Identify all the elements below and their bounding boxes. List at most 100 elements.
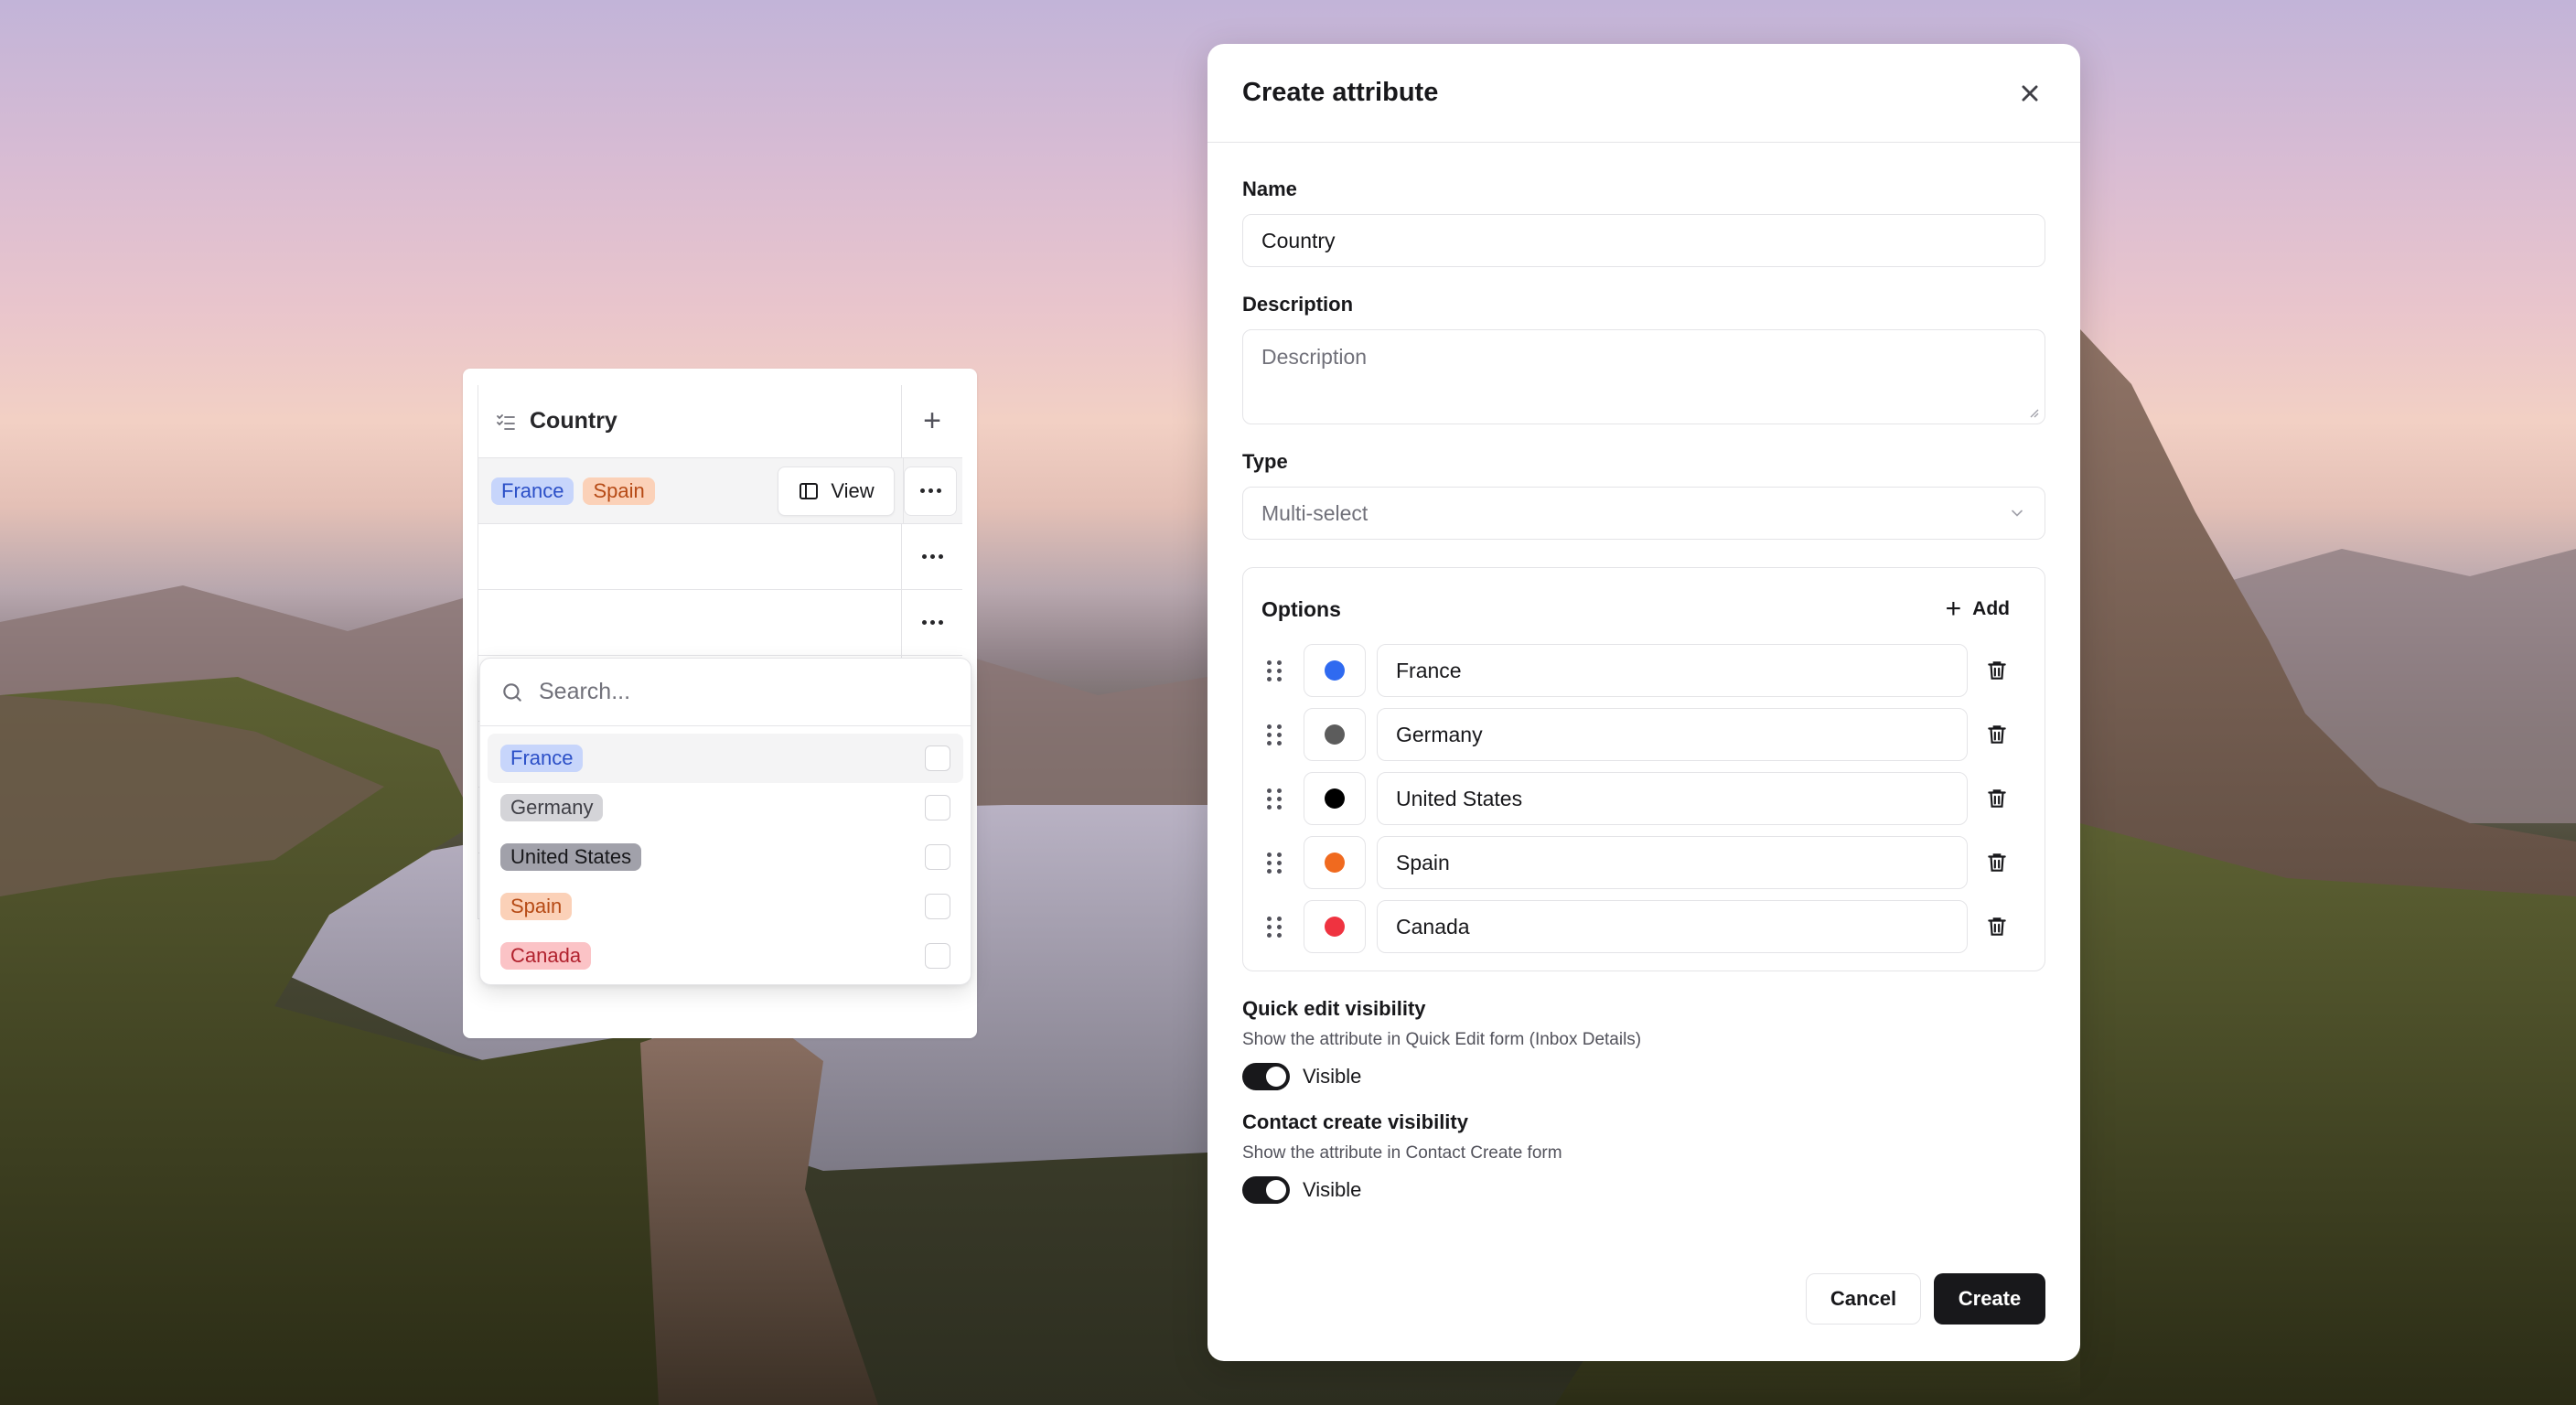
option-name-input[interactable]: Spain bbox=[1377, 836, 1968, 889]
resize-grip-icon[interactable] bbox=[2028, 407, 2039, 418]
option-checkbox[interactable] bbox=[925, 795, 950, 820]
quick-edit-toggle[interactable] bbox=[1242, 1063, 1290, 1090]
more-icon bbox=[921, 554, 943, 559]
trash-icon[interactable] bbox=[1985, 659, 2009, 682]
color-swatch bbox=[1325, 788, 1345, 809]
add-option-button[interactable]: + Add bbox=[1946, 594, 2026, 625]
contact-create-description: Show the attribute in Contact Create for… bbox=[1242, 1143, 1562, 1163]
table-row[interactable]: France Spain View bbox=[478, 458, 962, 524]
country-cell[interactable] bbox=[478, 590, 902, 655]
trash-icon[interactable] bbox=[1985, 851, 2009, 874]
contact-create-toggle[interactable] bbox=[1242, 1176, 1290, 1204]
color-picker-button[interactable] bbox=[1304, 644, 1366, 697]
option-label: Canada bbox=[500, 942, 592, 970]
plus-icon: + bbox=[1945, 594, 1962, 624]
close-icon[interactable] bbox=[2014, 78, 2045, 109]
search-input[interactable] bbox=[539, 679, 905, 705]
option-row: Spain bbox=[1261, 835, 2026, 890]
option-label: United States bbox=[500, 843, 642, 871]
add-column-button[interactable]: + bbox=[902, 385, 962, 457]
option-row: Germany bbox=[1261, 707, 2026, 762]
cancel-button[interactable]: Cancel bbox=[1806, 1273, 1921, 1325]
color-swatch bbox=[1325, 724, 1345, 745]
tag-france: France bbox=[491, 477, 574, 505]
option-dropdown: France Germany United States Spain Canad… bbox=[479, 658, 971, 985]
tag-spain: Spain bbox=[583, 477, 655, 505]
more-icon bbox=[919, 488, 941, 493]
more-icon bbox=[921, 620, 943, 625]
drag-handle-icon[interactable] bbox=[1261, 660, 1287, 681]
contact-create-title: Contact create visibility bbox=[1242, 1110, 1468, 1133]
contact-create-toggle-label: Visible bbox=[1303, 1178, 1362, 1201]
trash-icon[interactable] bbox=[1985, 915, 2009, 938]
dropdown-option-spain[interactable]: Spain bbox=[488, 882, 963, 931]
modal-title: Create attribute bbox=[1242, 78, 1439, 107]
panel-icon bbox=[800, 483, 819, 499]
table-header: Country + bbox=[478, 385, 962, 458]
list-check-icon bbox=[497, 413, 515, 430]
table-row[interactable] bbox=[478, 590, 962, 656]
table-row[interactable] bbox=[478, 524, 962, 590]
dropdown-option-germany[interactable]: Germany bbox=[488, 783, 963, 832]
modal-header: Create attribute bbox=[1208, 44, 2080, 143]
country-cell[interactable] bbox=[478, 524, 902, 589]
row-menu-button[interactable] bbox=[904, 466, 957, 516]
options-title: Options bbox=[1261, 596, 1341, 621]
chevron-down-icon bbox=[2012, 509, 2023, 517]
create-attribute-modal: Create attribute Name Country Descriptio… bbox=[1208, 44, 2080, 1361]
dropdown-option-united-states[interactable]: United States bbox=[488, 832, 963, 882]
color-picker-button[interactable] bbox=[1304, 708, 1366, 761]
modal-footer: Cancel Create bbox=[1806, 1273, 2045, 1325]
description-label: Description bbox=[1242, 293, 1354, 316]
option-name-input[interactable]: France bbox=[1377, 644, 1968, 697]
view-button[interactable]: View bbox=[778, 467, 895, 516]
color-swatch bbox=[1325, 917, 1345, 937]
option-row: France bbox=[1261, 643, 2026, 698]
drag-handle-icon[interactable] bbox=[1261, 916, 1287, 938]
type-select[interactable]: Multi-select bbox=[1242, 487, 2045, 540]
option-name-input[interactable]: Germany bbox=[1377, 708, 1968, 761]
trash-icon[interactable] bbox=[1985, 787, 2009, 810]
options-section: Options + Add France Germany United Stat… bbox=[1242, 567, 2045, 971]
color-picker-button[interactable] bbox=[1304, 836, 1366, 889]
color-picker-button[interactable] bbox=[1304, 772, 1366, 825]
name-label: Name bbox=[1242, 177, 1297, 200]
color-picker-button[interactable] bbox=[1304, 900, 1366, 953]
drag-handle-icon[interactable] bbox=[1261, 724, 1287, 745]
description-textarea[interactable]: Description bbox=[1242, 329, 2045, 424]
quick-edit-toggle-label: Visible bbox=[1303, 1065, 1362, 1088]
option-label: France bbox=[500, 745, 584, 772]
option-row: Canada bbox=[1261, 899, 2026, 954]
name-input[interactable]: Country bbox=[1242, 214, 2045, 267]
option-checkbox[interactable] bbox=[925, 844, 950, 870]
option-label: Germany bbox=[500, 794, 604, 821]
trash-icon[interactable] bbox=[1985, 723, 2009, 746]
dropdown-option-france[interactable]: France bbox=[488, 734, 963, 783]
add-label: Add bbox=[1972, 598, 2010, 619]
drag-handle-icon[interactable] bbox=[1261, 852, 1287, 874]
option-name-input[interactable]: Canada bbox=[1377, 900, 1968, 953]
quick-edit-title: Quick edit visibility bbox=[1242, 997, 1426, 1020]
search-icon bbox=[503, 682, 521, 702]
create-button[interactable]: Create bbox=[1934, 1273, 2045, 1325]
description-placeholder: Description bbox=[1261, 345, 1368, 369]
quick-edit-description: Show the attribute in Quick Edit form (I… bbox=[1242, 1030, 1642, 1049]
option-checkbox[interactable] bbox=[925, 894, 950, 919]
view-label: View bbox=[831, 479, 875, 502]
column-header-country[interactable]: Country bbox=[478, 385, 902, 457]
option-name-input[interactable]: United States bbox=[1377, 772, 1968, 825]
row-menu-button[interactable] bbox=[902, 590, 962, 655]
option-label: Spain bbox=[500, 893, 573, 920]
row-menu-button[interactable] bbox=[902, 524, 962, 589]
dropdown-option-canada[interactable]: Canada bbox=[488, 931, 963, 981]
type-value: Multi-select bbox=[1261, 500, 1368, 525]
option-checkbox[interactable] bbox=[925, 745, 950, 771]
column-title: Country bbox=[530, 408, 617, 434]
dropdown-search bbox=[480, 659, 971, 726]
color-swatch bbox=[1325, 853, 1345, 873]
option-checkbox[interactable] bbox=[925, 943, 950, 969]
type-label: Type bbox=[1242, 450, 1288, 473]
drag-handle-icon[interactable] bbox=[1261, 788, 1287, 810]
color-swatch bbox=[1325, 660, 1345, 681]
option-row: United States bbox=[1261, 771, 2026, 826]
